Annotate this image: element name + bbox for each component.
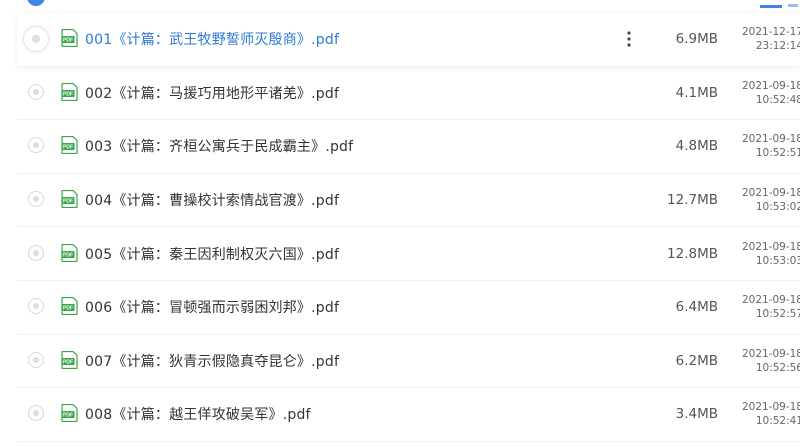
file-date: 2021-09-18	[741, 187, 800, 200]
toolbar-action-icon[interactable]	[788, 0, 798, 7]
file-size: 6.4MB	[675, 299, 718, 316]
radio-circle-icon[interactable]	[28, 83, 44, 100]
svg-text:PDF: PDF	[63, 91, 73, 97]
svg-text:PDF: PDF	[63, 413, 73, 419]
file-time: 23:12:14	[755, 40, 800, 53]
file-date: 2021-09-18	[741, 294, 800, 307]
file-list: PDF 001《计篇：武王牧野誓师灭殷商》.pdf 6.9MB 2021-12-…	[17, 13, 800, 442]
file-name[interactable]: 005《计篇：秦王因利制权灭六国》.pdf	[85, 244, 339, 264]
radio-circle-icon[interactable]	[28, 244, 44, 261]
svg-text:PDF: PDF	[63, 252, 73, 258]
svg-text:PDF: PDF	[63, 199, 73, 205]
file-time: 10:52:48	[755, 93, 800, 106]
file-time: 10:52:41	[755, 415, 800, 428]
more-vertical-icon[interactable]	[621, 29, 637, 49]
file-date: 2021-09-18	[741, 79, 800, 92]
file-row[interactable]: PDF 002《计篇：马援巧用地形平诸羌》.pdf 4.1MB 2021-09-…	[17, 67, 800, 121]
svg-text:PDF: PDF	[63, 38, 73, 44]
file-name[interactable]: 008《计篇：越王佯攻破吴军》.pdf	[85, 404, 311, 424]
file-name[interactable]: 003《计篇：齐桓公寓兵于民成霸主》.pdf	[85, 136, 353, 156]
toolbar-action-icon[interactable]	[760, 0, 782, 8]
file-name[interactable]: 004《计篇：曹操校计索情战官渡》.pdf	[85, 190, 339, 210]
file-size: 12.7MB	[667, 192, 718, 209]
pdf-file-icon: PDF	[61, 136, 78, 155]
svg-text:PDF: PDF	[63, 145, 73, 151]
file-row[interactable]: PDF 006《计篇：冒顿强而示弱困刘邦》.pdf 6.4MB 2021-09-…	[17, 281, 800, 335]
file-size: 4.1MB	[675, 84, 718, 101]
file-modified: 2021-09-18 10:52:57	[731, 293, 800, 321]
file-name[interactable]: 001《计篇：武王牧野誓师灭殷商》.pdf	[85, 29, 339, 49]
file-time: 10:53:02	[755, 201, 800, 214]
file-browser: PDF 001《计篇：武王牧野誓师灭殷商》.pdf 6.9MB 2021-12-…	[0, 0, 800, 447]
file-time: 10:52:56	[755, 361, 800, 374]
file-modified: 2021-09-18 10:53:02	[731, 186, 800, 214]
radio-circle-icon[interactable]	[28, 351, 44, 368]
file-row[interactable]: PDF 004《计篇：曹操校计索情战官渡》.pdf 12.7MB 2021-09…	[17, 174, 800, 228]
file-time: 10:53:03	[755, 254, 800, 267]
top-toolbar-clipped	[0, 0, 800, 13]
file-row[interactable]: PDF 005《计篇：秦王因利制权灭六国》.pdf 12.8MB 2021-09…	[17, 227, 800, 281]
radio-circle-icon[interactable]	[23, 26, 49, 53]
file-modified: 2021-09-18 10:53:03	[731, 240, 800, 268]
pdf-file-icon: PDF	[61, 190, 78, 209]
file-size: 12.8MB	[667, 245, 718, 262]
radio-circle-icon[interactable]	[28, 298, 44, 315]
file-time: 10:52:57	[755, 308, 800, 321]
radio-circle-icon[interactable]	[28, 137, 44, 154]
file-row[interactable]: PDF 008《计篇：越王佯攻破吴军》.pdf 3.4MB 2021-09-18…	[17, 388, 800, 442]
file-modified: 2021-09-18 10:52:48	[731, 79, 800, 107]
file-modified: 2021-09-18 10:52:51	[731, 132, 800, 160]
file-row[interactable]: PDF 007《计篇：狄青示假隐真夺昆仑》.pdf 6.2MB 2021-09-…	[17, 335, 800, 389]
select-all-icon[interactable]	[27, 0, 45, 6]
file-date: 2021-09-18	[741, 401, 800, 414]
svg-text:PDF: PDF	[63, 306, 73, 312]
file-row[interactable]: PDF 003《计篇：齐桓公寓兵于民成霸主》.pdf 4.8MB 2021-09…	[17, 120, 800, 174]
pdf-file-icon: PDF	[61, 243, 78, 262]
file-size: 6.2MB	[675, 352, 718, 369]
file-size: 3.4MB	[675, 406, 718, 423]
pdf-file-icon: PDF	[61, 404, 78, 423]
file-name[interactable]: 002《计篇：马援巧用地形平诸羌》.pdf	[85, 83, 339, 103]
file-date: 2021-12-17	[741, 26, 800, 39]
pdf-file-icon: PDF	[61, 350, 78, 369]
pdf-file-icon: PDF	[61, 297, 78, 316]
file-modified: 2021-12-17 23:12:14	[731, 25, 800, 53]
file-date: 2021-09-18	[741, 240, 800, 253]
file-size: 6.9MB	[675, 31, 718, 48]
file-date: 2021-09-18	[741, 133, 800, 146]
file-time: 10:52:51	[755, 147, 800, 160]
file-name[interactable]: 006《计篇：冒顿强而示弱困刘邦》.pdf	[85, 297, 339, 317]
file-modified: 2021-09-18 10:52:41	[731, 400, 800, 428]
file-name[interactable]: 007《计篇：狄青示假隐真夺昆仑》.pdf	[85, 351, 339, 371]
file-row[interactable]: PDF 001《计篇：武王牧野誓师灭殷商》.pdf 6.9MB 2021-12-…	[17, 13, 800, 67]
file-size: 4.8MB	[675, 138, 718, 155]
file-modified: 2021-09-18 10:52:56	[731, 347, 800, 375]
pdf-file-icon: PDF	[61, 29, 78, 48]
radio-circle-icon[interactable]	[28, 191, 44, 208]
file-date: 2021-09-18	[741, 347, 800, 360]
svg-text:PDF: PDF	[63, 359, 73, 365]
pdf-file-icon: PDF	[61, 82, 78, 101]
radio-circle-icon[interactable]	[28, 405, 44, 422]
